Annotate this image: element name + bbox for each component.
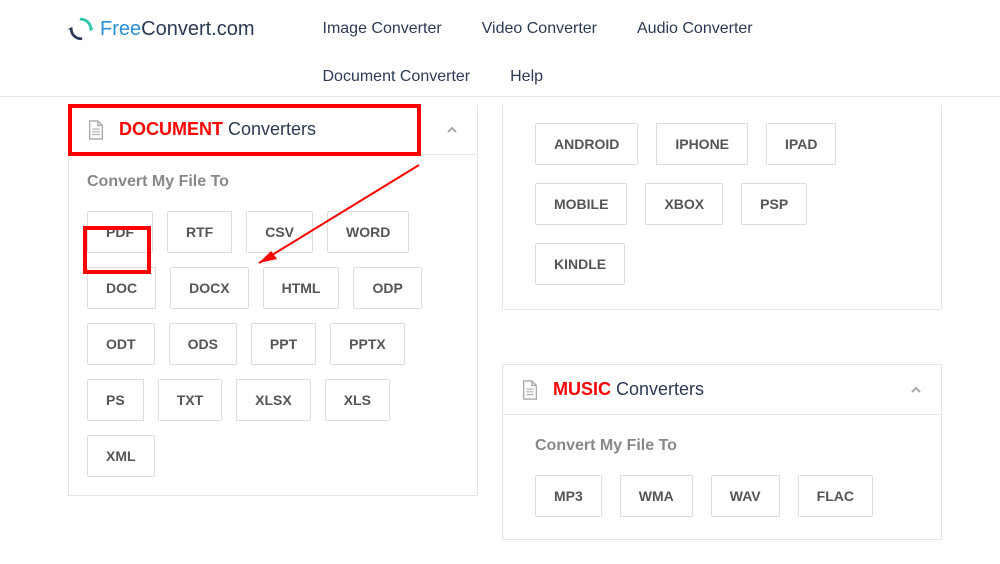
fmt-word[interactable]: WORD	[327, 211, 409, 253]
music-panel-body: Convert My File To MP3 WMA WAV FLAC	[503, 415, 941, 539]
nav-audio-converter[interactable]: Audio Converter	[617, 14, 773, 44]
convert-subtitle: Convert My File To	[87, 173, 459, 191]
document-panel-body: Convert My File To PDF RTF CSV WORD DOC …	[69, 155, 477, 495]
panel-title-rest: Converters	[223, 119, 316, 139]
main-nav: Image Converter Video Converter Audio Co…	[303, 14, 923, 110]
fmt-html[interactable]: HTML	[263, 267, 340, 309]
fmt-pdf[interactable]: PDF	[87, 211, 153, 253]
fmt-csv[interactable]: CSV	[246, 211, 313, 253]
nav-document-converter[interactable]: Document Converter	[303, 62, 491, 92]
fmt-odt[interactable]: ODT	[87, 323, 155, 365]
fmt-ppt[interactable]: PPT	[251, 323, 316, 365]
convert-subtitle: Convert My File To	[535, 437, 909, 455]
panel-title-highlight: DOCUMENT	[119, 119, 223, 139]
fmt-kindle[interactable]: KINDLE	[535, 243, 625, 285]
left-column: DOCUMENT Converters Convert My File To P…	[68, 105, 478, 560]
music-formats: MP3 WMA WAV FLAC	[535, 475, 909, 517]
fmt-xls[interactable]: XLS	[325, 379, 390, 421]
fmt-xlsx[interactable]: XLSX	[236, 379, 311, 421]
fmt-mobile[interactable]: MOBILE	[535, 183, 627, 225]
document-icon	[521, 380, 539, 400]
nav-image-converter[interactable]: Image Converter	[303, 14, 462, 44]
device-panel-body: ANDROID IPHONE IPAD MOBILE XBOX PSP KIND…	[502, 105, 942, 310]
nav-video-converter[interactable]: Video Converter	[462, 14, 617, 44]
right-column: ANDROID IPHONE IPAD MOBILE XBOX PSP KIND…	[502, 105, 942, 560]
chevron-up-icon	[445, 123, 459, 137]
fmt-mp3[interactable]: MP3	[535, 475, 602, 517]
fmt-android[interactable]: ANDROID	[535, 123, 638, 165]
panel-title-rest: Converters	[611, 379, 704, 399]
chevron-up-icon	[909, 383, 923, 397]
music-converters-panel: MUSIC Converters Convert My File To MP3 …	[502, 364, 942, 540]
fmt-odp[interactable]: ODP	[353, 267, 421, 309]
fmt-wma[interactable]: WMA	[620, 475, 693, 517]
panel-title: MUSIC Converters	[553, 379, 704, 400]
fmt-psp[interactable]: PSP	[741, 183, 807, 225]
fmt-ps[interactable]: PS	[87, 379, 144, 421]
fmt-wav[interactable]: WAV	[711, 475, 780, 517]
fmt-ods[interactable]: ODS	[169, 323, 237, 365]
document-panel-header[interactable]: DOCUMENT Converters	[69, 105, 477, 155]
fmt-iphone[interactable]: IPHONE	[656, 123, 748, 165]
fmt-flac[interactable]: FLAC	[798, 475, 873, 517]
site-header: FreeConvert.com Image Converter Video Co…	[0, 0, 1000, 97]
main-content: DOCUMENT Converters Convert My File To P…	[0, 97, 1000, 560]
fmt-txt[interactable]: TXT	[158, 379, 222, 421]
nav-help[interactable]: Help	[490, 62, 563, 92]
logo-com: .com	[211, 18, 254, 40]
fmt-xbox[interactable]: XBOX	[645, 183, 723, 225]
document-formats: PDF RTF CSV WORD DOC DOCX HTML ODP ODT O…	[87, 211, 459, 477]
panel-title-highlight: MUSIC	[553, 379, 611, 399]
logo[interactable]: FreeConvert.com	[68, 16, 255, 42]
refresh-icon	[68, 16, 94, 42]
fmt-docx[interactable]: DOCX	[170, 267, 248, 309]
logo-free: Free	[100, 18, 141, 40]
fmt-ipad[interactable]: IPAD	[766, 123, 836, 165]
document-converters-panel: DOCUMENT Converters Convert My File To P…	[68, 105, 478, 496]
document-icon	[87, 120, 105, 140]
fmt-xml[interactable]: XML	[87, 435, 155, 477]
panel-title: DOCUMENT Converters	[119, 119, 316, 140]
logo-convert: Convert	[141, 18, 211, 40]
fmt-rtf[interactable]: RTF	[167, 211, 232, 253]
logo-text: FreeConvert.com	[100, 18, 255, 41]
device-formats: ANDROID IPHONE IPAD MOBILE XBOX PSP KIND…	[535, 123, 909, 285]
fmt-doc[interactable]: DOC	[87, 267, 156, 309]
fmt-pptx[interactable]: PPTX	[330, 323, 405, 365]
music-panel-header[interactable]: MUSIC Converters	[503, 365, 941, 415]
